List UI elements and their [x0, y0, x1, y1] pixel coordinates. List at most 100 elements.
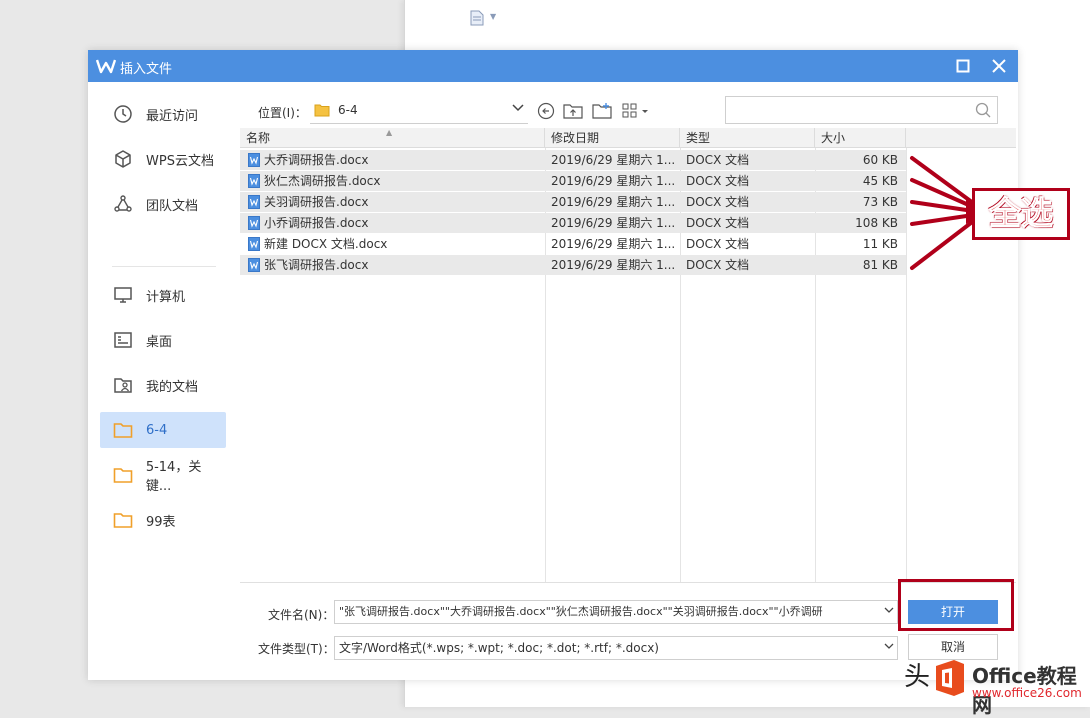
docx-file-icon — [248, 237, 260, 251]
sidebar-item-my-documents[interactable]: 我的文档 — [100, 367, 226, 403]
column-header-size[interactable]: 大小 — [815, 128, 906, 148]
office-logo-icon — [936, 660, 964, 696]
chevron-down-icon[interactable]: ▼ — [490, 12, 496, 21]
file-date: 2019/6/29 星期六 1... — [551, 174, 676, 188]
location-value: 6-4 — [338, 102, 358, 117]
sidebar-item-label: 6-4 — [146, 422, 168, 438]
file-size: 45 KB — [862, 174, 898, 188]
chevron-down-icon[interactable] — [512, 104, 528, 115]
chevron-down-icon[interactable] — [881, 637, 894, 659]
column-header-type[interactable]: 类型 — [680, 128, 815, 148]
sidebar-item-team-docs[interactable]: 团队文档 — [100, 186, 226, 222]
file-row[interactable]: 小乔调研报告.docx 2019/6/29 星期六 1... DOCX 文档 108 … — [240, 213, 906, 233]
sidebar: 最近访问 WPS云文档 团队文档 计算机 桌面 我的文档 6-4 5-14，关键… — [88, 82, 238, 680]
file-date: 2019/6/29 星期六 1... — [551, 153, 676, 167]
file-size: 108 KB — [855, 216, 898, 230]
watermark-url: www.office26.com — [972, 686, 1082, 700]
up-folder-icon[interactable] — [563, 102, 583, 120]
dialog-titlebar: 插入文件 — [88, 50, 1018, 82]
sidebar-item-wps-cloud[interactable]: WPS云文档 — [100, 141, 226, 177]
file-type: DOCX 文档 — [686, 258, 750, 272]
location-dropdown[interactable]: 6-4 — [310, 96, 528, 124]
file-name: 关羽调研报告.docx — [264, 195, 369, 209]
file-name: 狄仁杰调研报告.docx — [264, 174, 381, 188]
file-row[interactable]: 大乔调研报告.docx 2019/6/29 星期六 1... DOCX 文档 60 K… — [240, 150, 906, 170]
sidebar-item-label: WPS云文档 — [146, 153, 214, 169]
sidebar-item-label: 我的文档 — [146, 379, 199, 395]
dialog-title: 插入文件 — [120, 62, 173, 77]
location-label: 位置(I)： — [258, 106, 307, 120]
sidebar-item-folder-99[interactable]: 99表 — [100, 502, 226, 538]
file-date: 2019/6/29 星期六 1... — [551, 195, 676, 209]
sidebar-item-computer[interactable]: 计算机 — [100, 277, 226, 313]
filename-label: 文件名(N)： — [268, 608, 335, 622]
file-size: 60 KB — [862, 153, 898, 167]
filename-input[interactable]: "张飞调研报告.docx""大乔调研报告.docx""狄仁杰调研报告.docx"… — [334, 600, 898, 624]
column-header-name[interactable]: 名称 ▲ — [240, 128, 545, 148]
team-icon — [112, 193, 134, 215]
sidebar-item-recent[interactable]: 最近访问 — [100, 96, 226, 132]
sidebar-item-label: 计算机 — [146, 289, 186, 305]
file-name: 新建 DOCX 文档.docx — [264, 237, 388, 251]
file-row[interactable]: 关羽调研报告.docx 2019/6/29 星期六 1... DOCX 文档 73 K… — [240, 192, 906, 212]
file-name: 张飞调研报告.docx — [264, 258, 369, 272]
file-type: DOCX 文档 — [686, 237, 750, 251]
docx-file-icon — [248, 153, 260, 167]
sidebar-item-desktop[interactable]: 桌面 — [100, 322, 226, 358]
filetype-select[interactable]: 文字/Word格式(*.wps; *.wpt; *.doc; *.dot; *.… — [334, 636, 898, 660]
document-icon[interactable] — [470, 10, 484, 26]
docx-file-icon — [248, 174, 260, 188]
watermark-head: 头 — [904, 662, 931, 692]
sort-arrow-icon: ▲ — [386, 128, 393, 137]
docx-file-icon — [248, 216, 260, 230]
docx-file-icon — [248, 195, 260, 209]
sidebar-divider — [112, 266, 216, 267]
watermark: 头 Office教程网 www.office26.com — [900, 648, 1090, 717]
docx-file-icon — [248, 258, 260, 272]
file-type: DOCX 文档 — [686, 174, 750, 188]
file-name: 大乔调研报告.docx — [264, 153, 369, 167]
column-header-empty — [906, 128, 1016, 148]
file-row[interactable]: 张飞调研报告.docx 2019/6/29 星期六 1... DOCX 文档 81 K… — [240, 255, 906, 275]
file-type: DOCX 文档 — [686, 153, 750, 167]
file-size: 81 KB — [862, 258, 898, 272]
folder-icon — [112, 419, 134, 441]
sidebar-item-label: 桌面 — [146, 334, 173, 350]
annotation-select-all: 全选 — [972, 188, 1070, 240]
file-date: 2019/6/29 星期六 1... — [551, 237, 676, 251]
sidebar-item-folder-5-14[interactable]: 5-14，关键... — [100, 457, 226, 494]
chevron-down-icon[interactable] — [881, 601, 894, 623]
new-folder-icon[interactable] — [592, 102, 612, 120]
file-type: DOCX 文档 — [686, 216, 750, 230]
maximize-icon[interactable] — [955, 58, 971, 74]
user-folder-icon — [112, 374, 134, 396]
desktop-icon — [112, 329, 134, 351]
filename-value: "张飞调研报告.docx""大乔调研报告.docx""狄仁杰调研报告.docx"… — [339, 605, 823, 618]
file-name: 小乔调研报告.docx — [264, 216, 369, 230]
file-row[interactable]: 新建 DOCX 文档.docx 2019/6/29 星期六 1... DOCX 文档… — [240, 234, 906, 254]
back-icon[interactable] — [536, 102, 556, 120]
filetype-label: 文件类型(T)： — [258, 642, 335, 656]
file-size: 73 KB — [862, 195, 898, 209]
annotation-highlight-box — [898, 579, 1014, 631]
file-date: 2019/6/29 星期六 1... — [551, 216, 676, 230]
insert-file-dialog: 插入文件 最近访问 WPS云文档 团队文档 计算机 桌面 我的文档 6-4 5-… — [88, 50, 1018, 680]
sidebar-item-folder-6-4[interactable]: 6-4 — [100, 412, 226, 448]
folder-icon — [112, 464, 134, 486]
clock-icon — [112, 103, 134, 125]
folder-icon — [112, 509, 134, 531]
wps-logo-icon — [96, 59, 116, 74]
file-type: DOCX 文档 — [686, 195, 750, 209]
filetype-value: 文字/Word格式(*.wps; *.wpt; *.doc; *.dot; *.… — [339, 641, 659, 655]
sidebar-item-label: 99表 — [146, 514, 176, 530]
sidebar-item-label: 团队文档 — [146, 198, 199, 214]
view-mode-icon[interactable] — [622, 102, 652, 120]
close-icon[interactable] — [990, 57, 1008, 75]
search-icon[interactable] — [975, 102, 991, 118]
folder-icon — [314, 104, 330, 116]
file-size: 11 KB — [862, 237, 898, 251]
file-row[interactable]: 狄仁杰调研报告.docx 2019/6/29 星期六 1... DOCX 文档 45 … — [240, 171, 906, 191]
file-date: 2019/6/29 星期六 1... — [551, 258, 676, 272]
column-header-date[interactable]: 修改日期 — [545, 128, 680, 148]
search-input[interactable] — [725, 96, 998, 124]
